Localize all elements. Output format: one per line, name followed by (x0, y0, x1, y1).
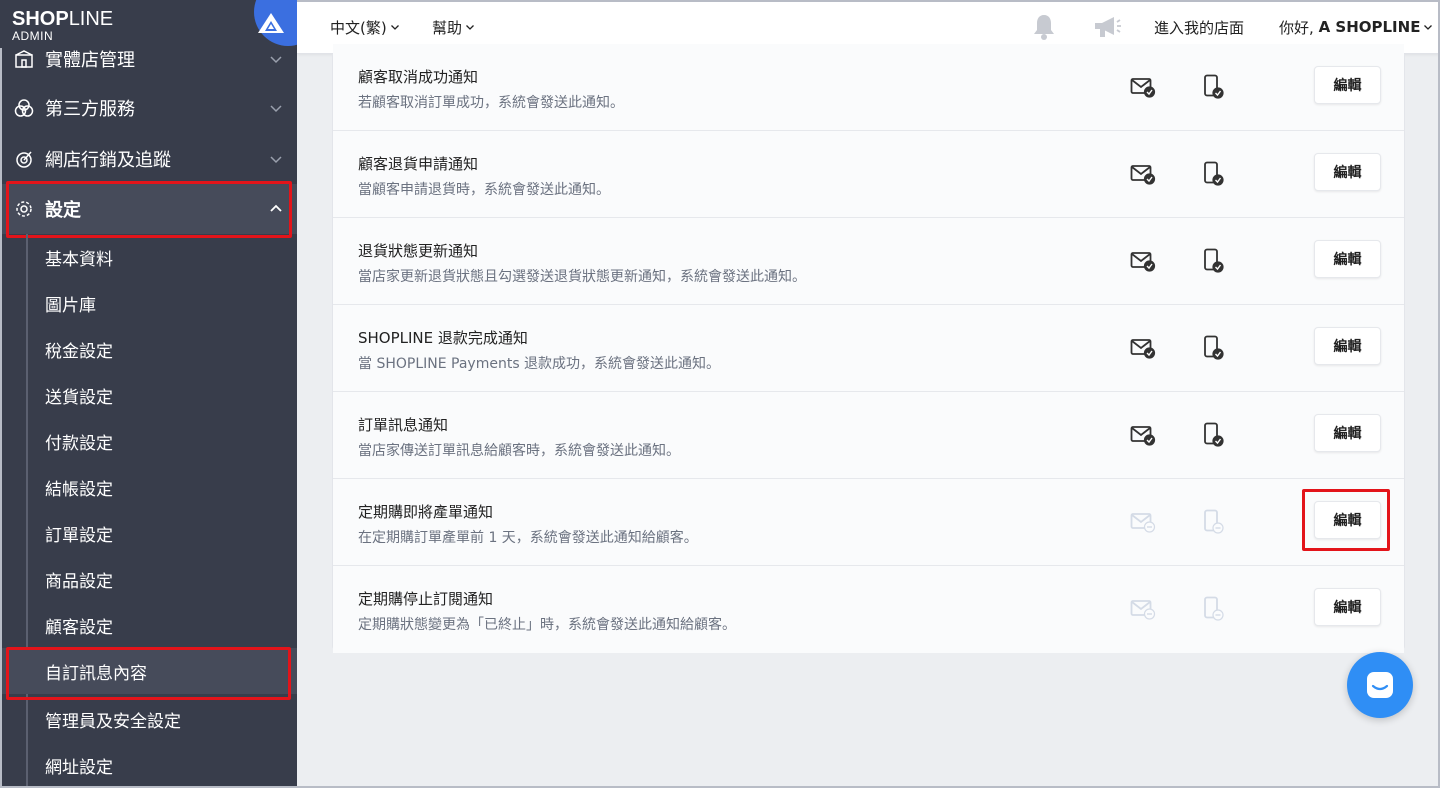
sidebar-subitem-admin-security[interactable]: 管理員及安全設定 (0, 696, 297, 742)
bell-icon (1034, 15, 1054, 40)
notification-row: 定期購停止訂閱通知定期購狀態變更為「已終止」時，系統會發送此通知給顧客。 編輯 (333, 566, 1404, 653)
logo-mark-icon (258, 13, 284, 33)
email-icon (1130, 165, 1156, 185)
logo-brand: SHOPLINE (12, 8, 114, 30)
email-icon (1130, 78, 1156, 98)
highlight-box-edit (1302, 489, 1390, 551)
circles-icon (14, 99, 34, 117)
notification-row: 顧客取消成功通知若顧客取消訂單成功，系統會發送此通知。 編輯 (333, 44, 1404, 131)
sidebar-subitem-delivery[interactable]: 送貨設定 (0, 372, 297, 418)
notification-title: 訂單訊息通知 (358, 416, 449, 434)
chevron-down-icon (270, 56, 282, 64)
sidebar-subitem-domain[interactable]: 網址設定 (0, 742, 297, 788)
notification-desc: 當店家更新退貨狀態且勾選發送退貨狀態更新通知，系統會發送此通知。 (358, 269, 806, 285)
email-icon (1130, 252, 1156, 272)
notification-row: SHOPLINE 退款完成通知當 SHOPLINE Payments 退款成功，… (333, 305, 1404, 392)
mobile-icon (1204, 74, 1224, 99)
sidebar-item-label: 實體店管理 (45, 50, 135, 71)
megaphone-icon (1095, 17, 1121, 37)
sidebar-subitem-customer[interactable]: 顧客設定 (0, 602, 297, 648)
mobile-icon (1204, 596, 1224, 621)
edit-button[interactable]: 編輯 (1314, 414, 1381, 452)
logo[interactable]: SHOPLINE ADMIN (12, 8, 113, 42)
store-icon (15, 50, 33, 68)
notification-desc: 當 SHOPLINE Payments 退款成功，系統會發送此通知。 (358, 356, 721, 372)
highlight-box-settings (6, 181, 292, 238)
mobile-icon (1204, 509, 1224, 534)
notification-list: 顧客取消成功通知 若顧客取消訂單成功，系統會發送此通知。 編輯 顧客退貨申請通知 當顧客… (332, 44, 1405, 653)
notification-title: SHOPLINE 退款完成通知 (358, 329, 528, 347)
sidebar-item-marketing[interactable]: 網店行銷及追蹤 (0, 134, 297, 184)
notification-row: 退貨狀態更新通知當店家更新退貨狀態且勾選發送退貨狀態更新通知，系統會發送此通知。… (333, 218, 1404, 305)
chevron-down-icon (466, 25, 474, 30)
edit-button[interactable]: 編輯 (1314, 240, 1381, 278)
email-icon (1130, 426, 1156, 446)
notification-title: 定期購停止訂閱通知 (358, 590, 494, 608)
sidebar-subitem-product[interactable]: 商品設定 (0, 556, 297, 602)
target-icon (16, 151, 32, 168)
edit-button[interactable]: 編輯 (1314, 588, 1381, 626)
sidebar-subitem-tax[interactable]: 稅金設定 (0, 326, 297, 372)
chat-launcher[interactable] (1347, 652, 1413, 718)
mobile-icon (1204, 161, 1224, 186)
sidebar-subitem-basic-info[interactable]: 基本資料 (0, 234, 297, 280)
mobile-icon (1204, 335, 1224, 360)
notification-title: 顧客退貨申請通知 (358, 155, 479, 173)
mobile-icon (1204, 248, 1224, 273)
sidebar-item-third-party[interactable]: 第三方服務 (0, 83, 297, 133)
email-icon (1130, 513, 1156, 533)
edit-button[interactable]: 編輯 (1314, 66, 1381, 104)
highlight-box-custom-message (6, 647, 291, 700)
sidebar-subitem-media[interactable]: 圖片庫 (0, 280, 297, 326)
email-icon (1130, 600, 1156, 620)
notification-desc: 在定期購訂單產單前 1 天，系統會發送此通知給顧客。 (358, 530, 698, 546)
sidebar-subitem-checkout[interactable]: 結帳設定 (0, 464, 297, 510)
sidebar-subitem-order[interactable]: 訂單設定 (0, 510, 297, 556)
chevron-down-icon (270, 156, 282, 164)
notification-title: 退貨狀態更新通知 (358, 242, 479, 260)
edit-button[interactable]: 編輯 (1314, 327, 1381, 365)
email-icon (1130, 339, 1156, 359)
notification-desc: 定期購狀態變更為「已終止」時，系統會發送此通知給顧客。 (358, 617, 736, 633)
chevron-down-icon (1424, 25, 1433, 30)
notification-row: 訂單訊息通知當店家傳送訂單訊息給顧客時，系統會發送此通知。 編輯 (333, 392, 1404, 479)
notification-desc: 當顧客申請退貨時，系統會發送此通知。 (358, 182, 610, 198)
sidebar-item-label: 網店行銷及追蹤 (45, 150, 171, 171)
notification-desc: 當店家傳送訂單訊息給顧客時，系統會發送此通知。 (358, 443, 680, 459)
notification-title: 定期購即將產單通知 (358, 503, 494, 521)
chevron-down-icon (270, 105, 282, 113)
chat-icon (1367, 672, 1393, 698)
logo-sub: ADMIN (12, 29, 54, 43)
notification-title: 顧客取消成功通知 (358, 68, 479, 86)
sidebar: 實體店管理 SHOPLINE ADMIN 第三方服務 網店行銷及追蹤 設定 基本… (0, 0, 297, 788)
sidebar-item-label: 第三方服務 (45, 99, 135, 120)
chevron-down-icon (390, 25, 399, 30)
mobile-icon (1204, 422, 1224, 447)
notification-row: 顧客退貨申請通知當顧客申請退貨時，系統會發送此通知。 編輯 (333, 131, 1404, 218)
notification-desc: 若顧客取消訂單成功，系統會發送此通知。 (358, 95, 624, 111)
notification-row: 定期購即將產單通知 在定期購訂單產單前 1 天，系統會發送此通知給顧客。 編輯 (333, 479, 1404, 566)
sidebar-subitem-payment[interactable]: 付款設定 (0, 418, 297, 464)
edit-button[interactable]: 編輯 (1314, 153, 1381, 191)
